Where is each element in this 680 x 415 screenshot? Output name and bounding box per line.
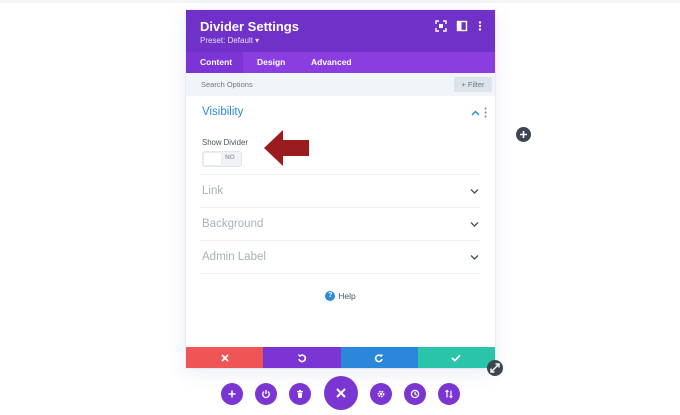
- divider-settings-modal: Divider Settings Preset: Default ▾ Conte…: [186, 10, 495, 368]
- modal-footer: [186, 347, 495, 368]
- close-icon: [220, 353, 229, 362]
- resize-handle[interactable]: [487, 360, 503, 376]
- tab-content[interactable]: Content: [186, 52, 243, 73]
- filter-button[interactable]: + Filter: [454, 77, 492, 92]
- add-section-button[interactable]: [221, 383, 243, 405]
- show-divider-toggle[interactable]: NO: [202, 151, 242, 167]
- section-menu-icon[interactable]: [484, 107, 487, 118]
- trash-icon: [297, 389, 303, 398]
- chevron-down-icon[interactable]: [470, 254, 479, 260]
- section-divider: [200, 240, 481, 241]
- history-icon: [410, 389, 420, 399]
- split-view-icon[interactable]: [456, 20, 468, 32]
- pointer-arrow-icon: [264, 130, 309, 166]
- toggle-state-text: NO: [225, 154, 235, 161]
- visibility-section: Visibility Show Divider NO: [186, 96, 495, 174]
- chevron-down-icon[interactable]: [470, 188, 479, 194]
- save-button[interactable]: [417, 347, 495, 368]
- show-divider-label: Show Divider: [202, 138, 248, 147]
- undo-button[interactable]: [263, 347, 341, 368]
- gear-icon: [377, 390, 385, 398]
- undo-icon: [297, 353, 306, 362]
- portability-button[interactable]: [438, 383, 460, 405]
- section-divider: [200, 174, 481, 175]
- section-divider: [200, 273, 481, 274]
- tab-design[interactable]: Design: [243, 52, 299, 73]
- close-icon: [336, 388, 346, 398]
- preset-selector[interactable]: Preset: Default ▾: [200, 36, 259, 45]
- sort-icon: [445, 389, 453, 399]
- disable-button[interactable]: [255, 383, 277, 405]
- search-bar: + Filter: [186, 73, 495, 96]
- cancel-button[interactable]: [186, 347, 264, 368]
- modal-title: Divider Settings: [200, 19, 299, 34]
- page-toolbar: [0, 376, 680, 415]
- close-builder-button[interactable]: [324, 376, 358, 410]
- chevron-down-icon[interactable]: [470, 221, 479, 227]
- visibility-toggle[interactable]: Visibility: [202, 106, 243, 118]
- search-input[interactable]: [201, 78, 401, 91]
- help-link[interactable]: ? Help: [186, 290, 495, 301]
- chevron-up-icon[interactable]: [471, 110, 480, 116]
- add-module-button[interactable]: [516, 127, 531, 142]
- modal-header: Divider Settings Preset: Default ▾: [186, 10, 495, 52]
- tab-advanced[interactable]: Advanced: [297, 52, 366, 73]
- section-link[interactable]: Link: [202, 185, 223, 197]
- settings-button[interactable]: [370, 383, 392, 405]
- page-top-border: [0, 0, 680, 3]
- toggle-knob: [204, 153, 221, 165]
- help-icon: ?: [325, 290, 336, 301]
- power-icon: [262, 390, 270, 399]
- resize-icon: [490, 363, 500, 373]
- help-label: Help: [338, 290, 356, 301]
- redo-icon: [375, 353, 384, 362]
- plus-icon: [520, 131, 527, 138]
- section-admin-label[interactable]: Admin Label: [202, 251, 266, 263]
- add-icon: [228, 390, 236, 398]
- section-divider: [200, 207, 481, 208]
- fullscreen-icon[interactable]: [435, 20, 447, 32]
- check-icon: [451, 354, 462, 362]
- more-options-icon[interactable]: [474, 20, 486, 32]
- redo-button[interactable]: [340, 347, 418, 368]
- tab-bar: Content Design Advanced: [186, 52, 495, 73]
- delete-button[interactable]: [289, 383, 311, 405]
- section-background[interactable]: Background: [202, 218, 263, 230]
- history-button[interactable]: [404, 383, 426, 405]
